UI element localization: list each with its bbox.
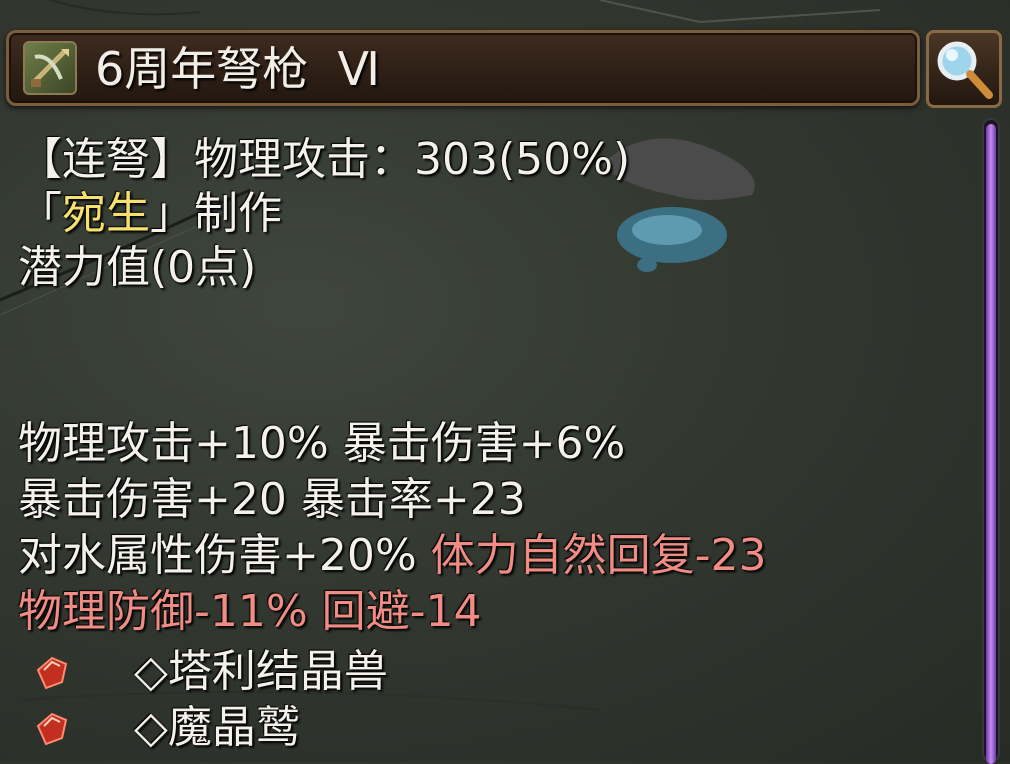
stat-line-3: 对水属性伤害+20% 体力自然回复-23: [18, 530, 767, 582]
maker-name: 宛生: [62, 188, 150, 239]
crystal-slot-2: ◇魔晶鹫: [134, 702, 300, 753]
search-button[interactable]: [926, 30, 1002, 108]
weapon-attack-line: 【连弩】物理攻击：303(50%): [18, 134, 631, 185]
crossbow-icon: [23, 41, 77, 95]
potential-line: 潜力值(0点): [18, 242, 257, 293]
scrollbar[interactable]: [982, 118, 1000, 764]
stat-negative: 体力自然回复-23: [430, 530, 767, 581]
stat-line-1: 物理攻击+10% 暴击伤害+6%: [18, 418, 626, 469]
crystal-slot-1: ◇塔利结晶兽: [134, 646, 388, 697]
maker-suffix: 」制作: [150, 188, 282, 239]
red-crystal-icon: [36, 656, 68, 690]
stat-line-2: 暴击伤害+20 暴击率+23: [18, 474, 526, 525]
stat-positive: 对水属性伤害+20%: [18, 530, 431, 581]
stat-line-4-negative: 物理防御-11% 回避-14: [18, 586, 482, 637]
magnifier-icon: [937, 41, 993, 99]
item-title: 6周年弩枪 Ⅵ: [95, 42, 380, 96]
maker-line: 「宛生」制作: [18, 188, 282, 240]
red-crystal-icon: [36, 712, 68, 746]
scrollbar-thumb[interactable]: [986, 124, 996, 764]
maker-bracket-open: 「: [18, 188, 62, 239]
item-title-bar: 6周年弩枪 Ⅵ: [6, 30, 920, 106]
